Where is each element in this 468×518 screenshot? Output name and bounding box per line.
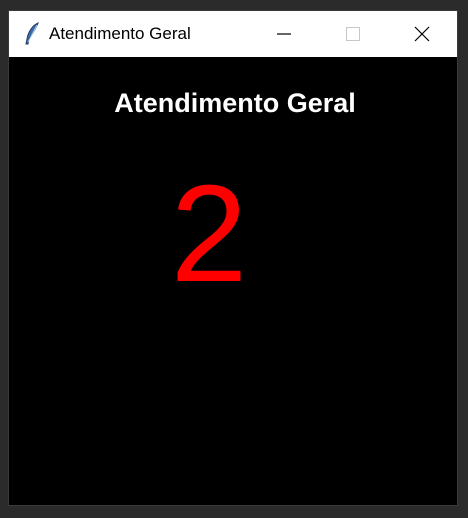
maximize-button[interactable] bbox=[330, 11, 376, 57]
content-area: Atendimento Geral 2 bbox=[9, 57, 457, 505]
maximize-icon bbox=[346, 27, 360, 41]
close-button[interactable] bbox=[399, 11, 445, 57]
window-title: Atendimento Geral bbox=[49, 24, 191, 43]
feather-icon bbox=[23, 22, 41, 46]
current-number-display: 2 bbox=[170, 157, 248, 311]
minimize-icon bbox=[277, 33, 291, 35]
app-window: Atendimento Geral Atendimento Geral 2 bbox=[8, 10, 458, 506]
close-icon bbox=[414, 26, 430, 42]
title-bar[interactable]: Atendimento Geral bbox=[9, 11, 457, 57]
minimize-button[interactable] bbox=[261, 11, 307, 57]
page-title: Atendimento Geral bbox=[114, 88, 356, 118]
